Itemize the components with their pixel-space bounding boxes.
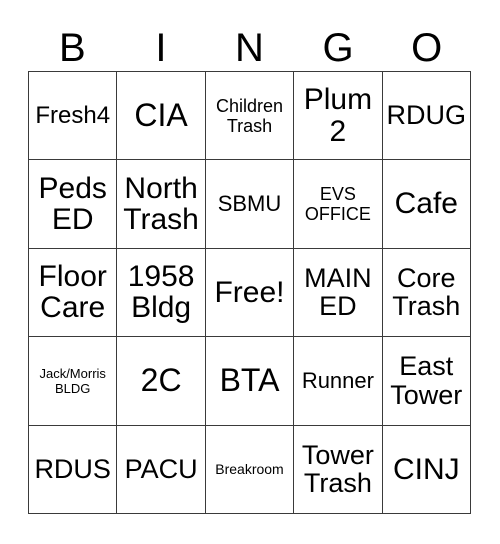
bingo-cell[interactable]: Runner	[294, 337, 383, 426]
bingo-cell[interactable]: Tower Trash	[294, 425, 383, 514]
bingo-header-letter-b: B	[58, 26, 86, 70]
bingo-cell-label: Breakroom	[215, 461, 284, 478]
bingo-cell[interactable]: CINJ	[382, 425, 471, 514]
bingo-cell-label: Runner	[301, 367, 374, 393]
bingo-cell[interactable]: PACU	[117, 425, 206, 514]
bingo-header-row: B I N G O	[28, 18, 471, 70]
bingo-cell[interactable]: East Tower	[382, 337, 471, 426]
bingo-cell[interactable]: Fresh4	[29, 72, 118, 161]
bingo-cell-label: Core Trash	[392, 262, 461, 322]
bingo-cell[interactable]: Cafe	[382, 160, 471, 249]
bingo-cell-label: Peds ED	[38, 171, 107, 237]
bingo-cell-label: Children Trash	[215, 95, 284, 136]
bingo-cell[interactable]: BTA	[205, 337, 295, 426]
bingo-cell[interactable]: RDUG	[382, 72, 471, 161]
bingo-header-letter-n: N	[235, 26, 264, 70]
bingo-cell-label: MAIN ED	[304, 262, 372, 322]
bingo-cell-label: RDUG	[386, 100, 467, 131]
bingo-cell-label: 1958 Bldg	[127, 259, 195, 325]
bingo-cell-label: RDUS	[34, 453, 111, 484]
bingo-cell[interactable]: RDUS	[29, 425, 118, 514]
bingo-cell-label: Plum 2	[303, 83, 373, 148]
bingo-cell[interactable]: Children Trash	[205, 72, 295, 161]
bingo-cell[interactable]: Peds ED	[29, 160, 118, 249]
bingo-cell-label: 2C	[140, 362, 182, 399]
bingo-cell[interactable]: North Trash	[117, 160, 206, 249]
bingo-cell-label: EVS OFFICE	[304, 183, 371, 225]
bingo-cell-label: Free!	[214, 275, 285, 309]
bingo-cell-label: CIA	[134, 97, 188, 134]
bingo-cell[interactable]: CIA	[117, 72, 206, 161]
bingo-cell[interactable]: SBMU	[205, 160, 295, 249]
bingo-cell[interactable]: Floor Care	[29, 248, 118, 338]
bingo-header-letter-g: G	[322, 26, 354, 70]
bingo-cell-label: CINJ	[392, 452, 460, 486]
bingo-cell-label: BTA	[219, 362, 280, 399]
bingo-header-letter-o: O	[411, 26, 443, 70]
bingo-cell[interactable]: MAIN ED	[294, 248, 383, 338]
bingo-cell-label: SBMU	[217, 191, 282, 216]
bingo-cell[interactable]: EVS OFFICE	[294, 160, 383, 249]
bingo-cell-label: Jack/Morris BLDG	[39, 365, 106, 396]
bingo-cell-label: Fresh4	[35, 101, 111, 129]
bingo-cell[interactable]: Free!	[205, 248, 295, 338]
bingo-cell-label: North Trash	[123, 171, 199, 237]
bingo-cell-label: PACU	[124, 453, 198, 484]
bingo-cell[interactable]: Breakroom	[205, 425, 295, 514]
bingo-cell[interactable]: Plum 2	[294, 72, 383, 161]
bingo-card: B I N G O Fresh4 CIA Children Trash Plum 2 RDU…	[0, 0, 500, 544]
bingo-grid: Fresh4 CIA Children Trash Plum 2 RDUG Peds ED Nor…	[28, 71, 471, 514]
bingo-cell-label: Floor Care	[38, 259, 107, 325]
bingo-cell[interactable]: Core Trash	[382, 248, 471, 338]
bingo-cell[interactable]: 1958 Bldg	[117, 248, 206, 338]
bingo-cell-label: East Tower	[390, 351, 463, 410]
bingo-cell[interactable]: 2C	[117, 337, 206, 426]
bingo-cell-label: Cafe	[394, 187, 458, 221]
bingo-cell[interactable]: Jack/Morris BLDG	[29, 337, 118, 426]
bingo-cell-label: Tower Trash	[301, 439, 374, 499]
bingo-header-letter-i: I	[155, 26, 167, 70]
